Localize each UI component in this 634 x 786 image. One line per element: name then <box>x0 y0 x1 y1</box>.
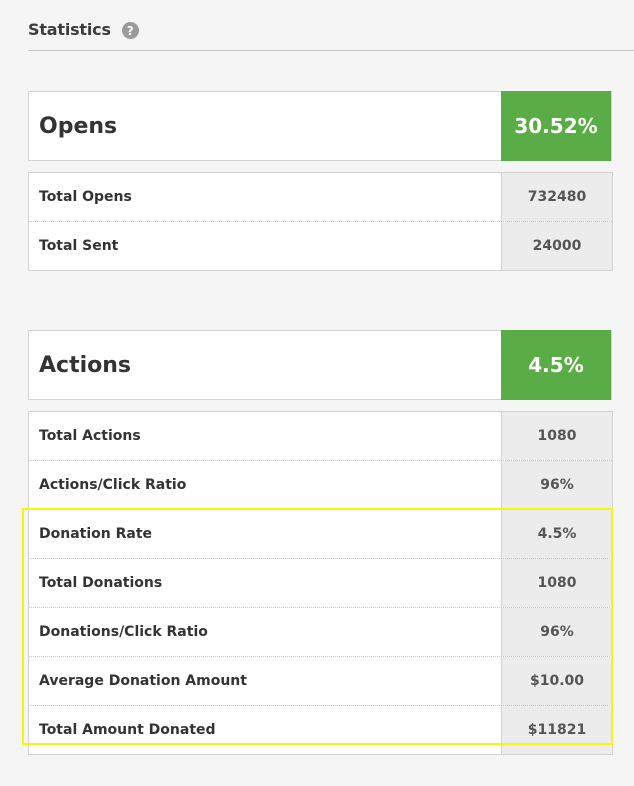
table-row: Donation Rate 4.5% <box>29 509 612 558</box>
opens-table: Total Opens 732480 Total Sent 24000 <box>28 172 613 271</box>
opens-summary: Opens 30.52% <box>28 91 612 161</box>
row-value: $11821 <box>501 706 612 754</box>
row-value: 4.5% <box>501 510 612 558</box>
table-row: Actions/Click Ratio 96% <box>29 460 612 509</box>
opens-rate-badge: 30.52% <box>501 91 611 161</box>
row-value: 96% <box>501 608 612 656</box>
opens-label: Opens <box>39 113 118 139</box>
page-title: Statistics <box>28 20 111 39</box>
row-value: 1080 <box>501 412 612 460</box>
row-label: Total Actions <box>39 428 141 444</box>
table-row: Total Opens 732480 <box>29 173 612 221</box>
actions-rate-badge: 4.5% <box>501 330 611 400</box>
table-row: Total Sent 24000 <box>29 221 612 270</box>
actions-table: Total Actions 1080 Actions/Click Ratio 9… <box>28 411 613 755</box>
table-row: Total Donations 1080 <box>29 558 612 607</box>
row-label: Total Opens <box>39 189 132 205</box>
row-label: Donations/Click Ratio <box>39 624 208 640</box>
row-label: Total Amount Donated <box>39 722 216 738</box>
table-row: Total Actions 1080 <box>29 412 612 460</box>
row-label: Total Donations <box>39 575 163 591</box>
table-row: Average Donation Amount $10.00 <box>29 656 612 705</box>
row-label: Actions/Click Ratio <box>39 477 187 493</box>
question-circle-icon[interactable]: ? <box>121 22 139 39</box>
statistics-header: Statistics ? <box>28 18 634 51</box>
row-label: Donation Rate <box>39 526 153 542</box>
actions-summary: Actions 4.5% <box>28 330 612 400</box>
row-label: Total Sent <box>39 238 119 254</box>
row-value: $10.00 <box>501 657 612 705</box>
row-value: 96% <box>501 461 612 509</box>
actions-label: Actions <box>39 352 131 378</box>
row-label: Average Donation Amount <box>39 673 247 689</box>
table-row: Donations/Click Ratio 96% <box>29 607 612 656</box>
row-value: 1080 <box>501 559 612 607</box>
row-value: 732480 <box>501 173 612 221</box>
row-value: 24000 <box>501 222 612 270</box>
table-row: Total Amount Donated $11821 <box>29 705 612 754</box>
